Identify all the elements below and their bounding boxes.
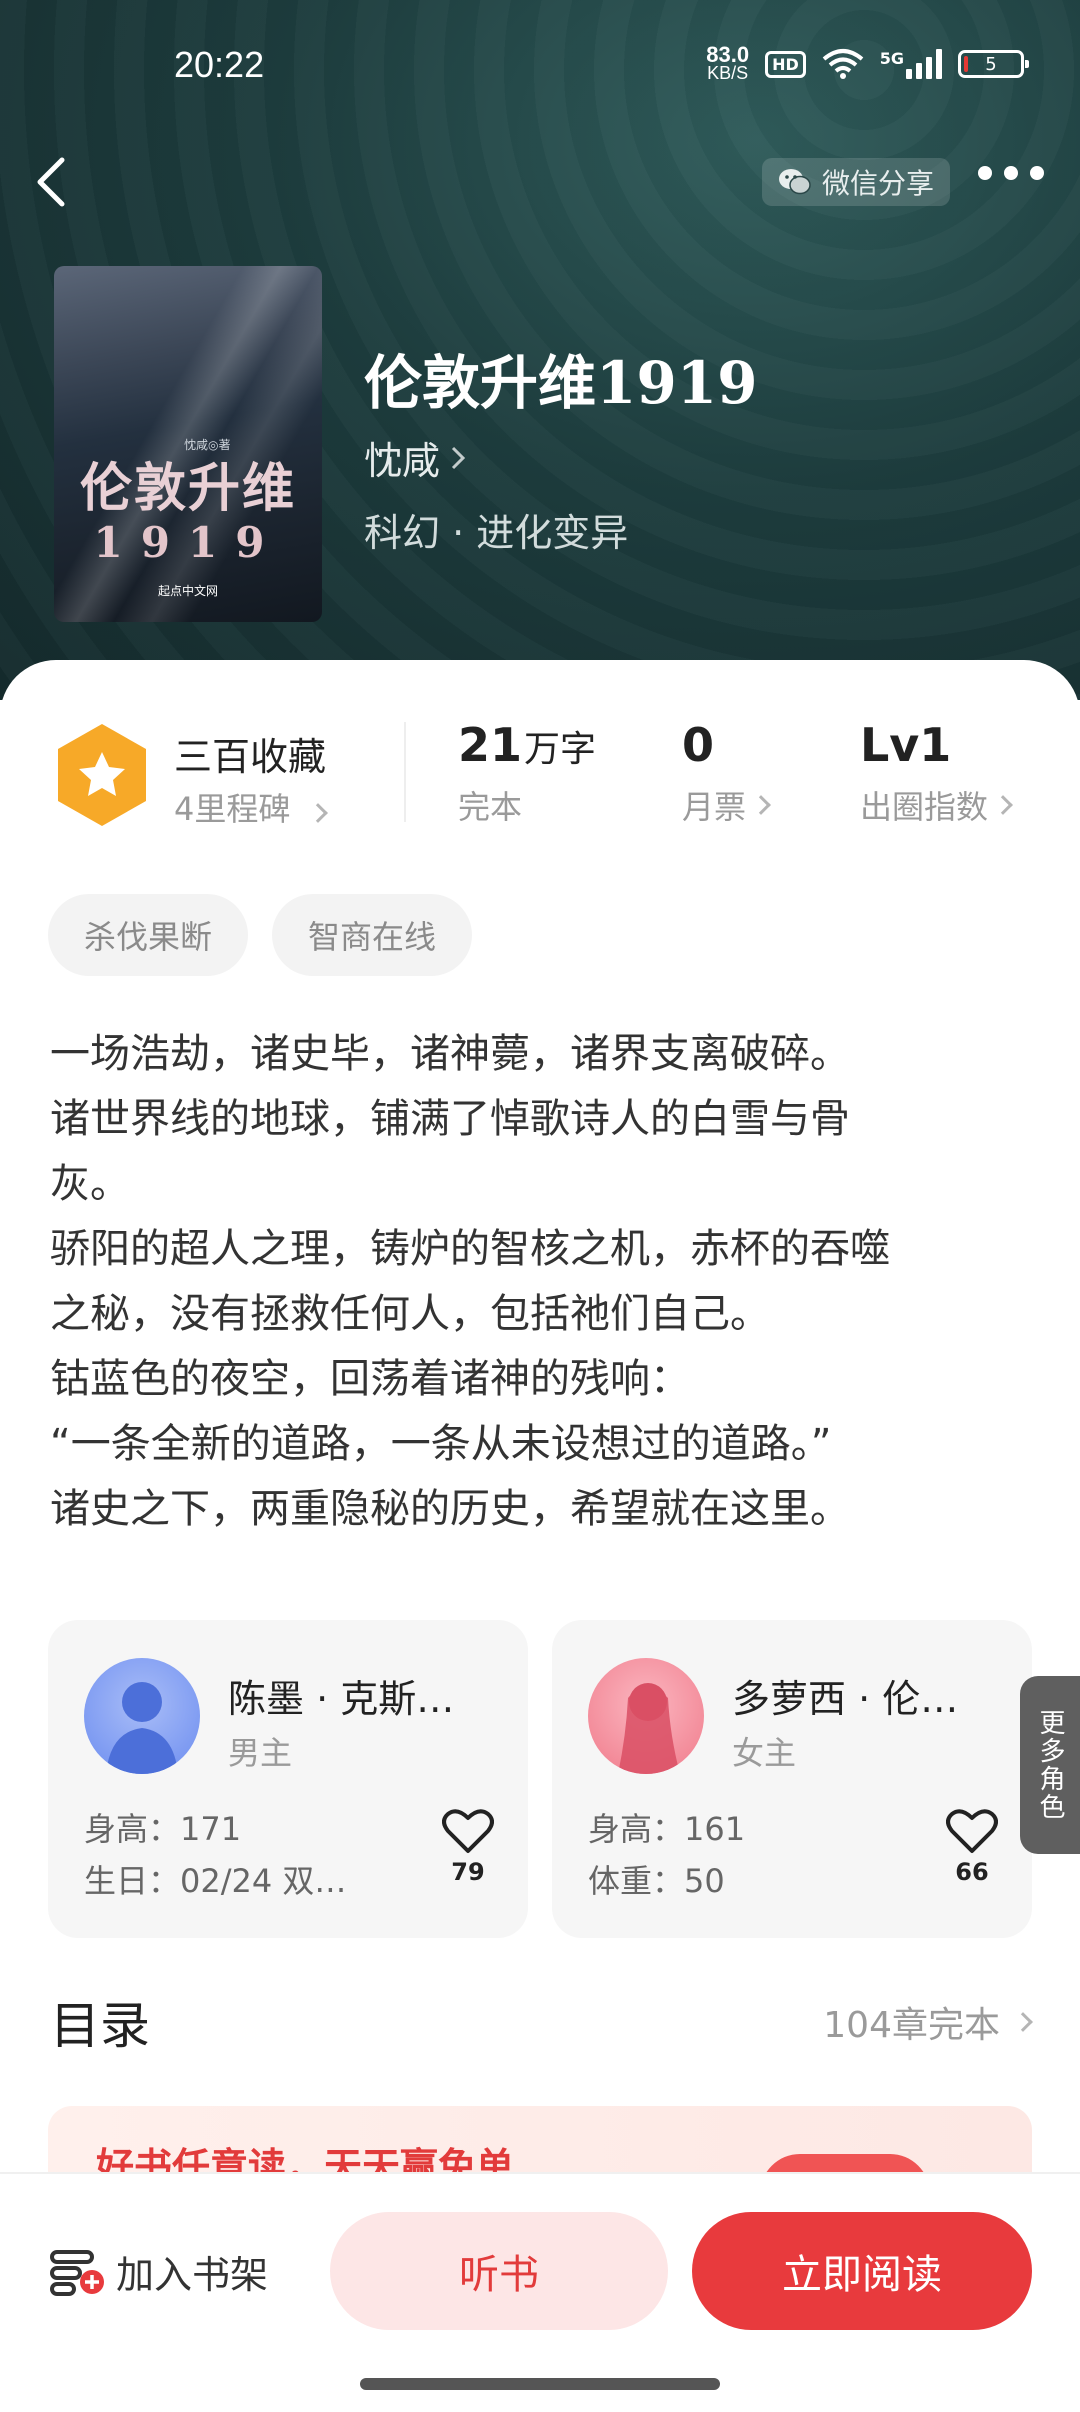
character-height: 身高：171	[84, 1810, 242, 1848]
net-speed: 83.0 KB/S	[706, 42, 750, 83]
star-badge-icon[interactable]	[54, 722, 150, 828]
author-name: 忱咸	[364, 439, 441, 483]
milestones-label: 4里程碑	[174, 790, 291, 828]
cellular-signal: 5G	[880, 49, 942, 79]
character-name: 陈墨 · 克斯…	[228, 1677, 455, 1721]
tag-list: 杀伐果断 智商在线	[48, 894, 473, 976]
more-options-button[interactable]	[978, 166, 1044, 180]
cover-year: 1919	[93, 518, 283, 567]
chevron-left-icon	[37, 157, 65, 207]
add-to-shelf-label: 加入书架	[116, 2253, 269, 2297]
chevron-right-icon	[451, 446, 466, 469]
circle-index-value: Lv1	[860, 718, 952, 772]
cover-publisher: 起点中文网	[157, 584, 218, 598]
dot	[978, 166, 992, 180]
like-button[interactable]: 79	[438, 1808, 498, 1886]
monthly-ticket-stat[interactable]: 0 月票	[682, 718, 771, 828]
synopsis-line: “一条全新的道路，一条从未设想过的道路。”	[50, 1421, 832, 1467]
synopsis-line: 灰。	[50, 1161, 130, 1207]
character-birthday: 生日：02/24 双…	[84, 1862, 347, 1900]
monthly-ticket-value: 0	[682, 718, 715, 772]
network-type: 5G	[879, 49, 904, 68]
character-role: 女主	[732, 1734, 797, 1772]
toc-title: 目录	[50, 1997, 150, 2055]
word-count-value: 21	[458, 718, 523, 772]
author-link[interactable]: 忱咸	[364, 430, 466, 485]
like-count: 66	[955, 1858, 989, 1886]
chevron-right-icon	[751, 795, 771, 815]
wifi-icon	[822, 49, 864, 79]
favorites-title: 三百收藏	[174, 735, 327, 779]
book-title: 伦敦升维1919	[364, 349, 758, 417]
add-to-shelf-button[interactable]: 加入书架	[50, 2244, 268, 2299]
chevron-right-icon	[307, 803, 328, 823]
male-silhouette-icon	[106, 1682, 178, 1774]
tag-chip[interactable]: 智商在线	[272, 894, 473, 976]
bookshelf-add-icon	[50, 2249, 104, 2296]
word-count-unit: 万字	[524, 729, 597, 770]
cover-title: 伦敦升维	[79, 458, 296, 519]
circle-index-stat[interactable]: Lv1 出圈指数	[860, 718, 1013, 828]
stats-row: 三百收藏 4里程碑 21万字 完本 0 月票 Lv1 出圈指数	[0, 712, 1080, 852]
net-speed-unit: KB/S	[707, 63, 749, 83]
status-icons: 83.0 KB/S HD 5G 5	[706, 42, 1029, 83]
battery-level: 5	[985, 53, 997, 75]
female-silhouette-icon	[618, 1683, 680, 1774]
status-time: 20:22	[174, 44, 265, 85]
dot	[1030, 166, 1044, 180]
table-of-contents-row[interactable]: 目录 104章完本	[50, 1990, 1033, 2055]
book-cover[interactable]: 忱咸◎著 伦敦升维 1919 起点中文网	[54, 266, 322, 622]
net-speed-value: 83.0	[706, 42, 750, 67]
tag-chip[interactable]: 杀伐果断	[48, 894, 249, 976]
synopsis-line: 骄阳的超人之理，铸炉的智核之机，赤杯的吞噬	[50, 1226, 890, 1272]
more-characters-tab[interactable]: 更多角色	[1020, 1676, 1080, 1854]
character-name: 多萝西 · 伦…	[732, 1677, 959, 1721]
synopsis-line: 之秘，没有拯救任何人，包括祂们自己。	[50, 1291, 770, 1337]
listen-button[interactable]: 听书	[330, 2212, 668, 2330]
avatar	[588, 1658, 704, 1774]
word-count-stat: 21万字 完本	[458, 718, 596, 828]
battery-icon: 5	[958, 50, 1029, 78]
synopsis[interactable]: 一场浩劫，诸史毕，诸神薨，诸界支离破碎。 诸世界线的地球，铺满了悼歌诗人的白雪与…	[50, 1022, 1030, 1542]
divider	[404, 722, 406, 822]
character-card[interactable]: 多萝西 · 伦… 女主 身高：161 体重：50 66	[552, 1620, 1032, 1938]
synopsis-line: 诸世界线的地球，铺满了悼歌诗人的白雪与骨	[50, 1096, 850, 1142]
like-button[interactable]: 66	[942, 1808, 1002, 1886]
toc-info: 104章完本	[823, 1996, 1033, 2048]
share-label: 微信分享	[822, 167, 935, 200]
status-bar: 20:22 83.0 KB/S HD 5G 5	[0, 0, 1080, 140]
dot	[1004, 166, 1018, 180]
bottom-action-bar: 加入书架 听书 立即阅读	[0, 2172, 1080, 2412]
character-role: 男主	[228, 1734, 293, 1772]
read-now-button[interactable]: 立即阅读	[692, 2212, 1032, 2330]
synopsis-line: 诸史之下，两重隐秘的历史，希望就在这里。	[50, 1486, 850, 1532]
home-indicator[interactable]	[360, 2378, 720, 2390]
synopsis-line: 钴蓝色的夜空，回荡着诸神的残响：	[50, 1356, 690, 1402]
signal-icon	[906, 49, 942, 79]
chevron-right-icon	[1013, 2012, 1033, 2032]
avatar	[84, 1658, 200, 1774]
character-card[interactable]: 陈墨 · 克斯… 男主 身高：171 生日：02/24 双… 79	[48, 1620, 528, 1938]
chapter-count: 104章完本	[823, 2005, 1000, 2046]
book-genre: 科幻 · 进化变异	[364, 511, 629, 555]
chevron-right-icon	[993, 795, 1013, 815]
synopsis-line: 一场浩劫，诸史毕，诸神薨，诸界支离破碎。	[50, 1031, 850, 1077]
hd-icon: HD	[765, 50, 806, 78]
wechat-icon	[779, 169, 811, 195]
wechat-share-button[interactable]: 微信分享	[762, 158, 951, 206]
milestones-link[interactable]: 4里程碑	[174, 784, 328, 830]
character-weight: 体重：50	[588, 1862, 725, 1900]
like-count: 79	[451, 1858, 485, 1886]
monthly-ticket-label: 月票	[682, 788, 747, 826]
completion-status: 完本	[458, 788, 523, 826]
circle-index-label: 出圈指数	[860, 788, 989, 826]
heart-icon	[946, 1809, 998, 1853]
heart-icon	[442, 1809, 494, 1853]
back-button[interactable]	[28, 150, 72, 214]
character-height: 身高：161	[588, 1810, 746, 1848]
